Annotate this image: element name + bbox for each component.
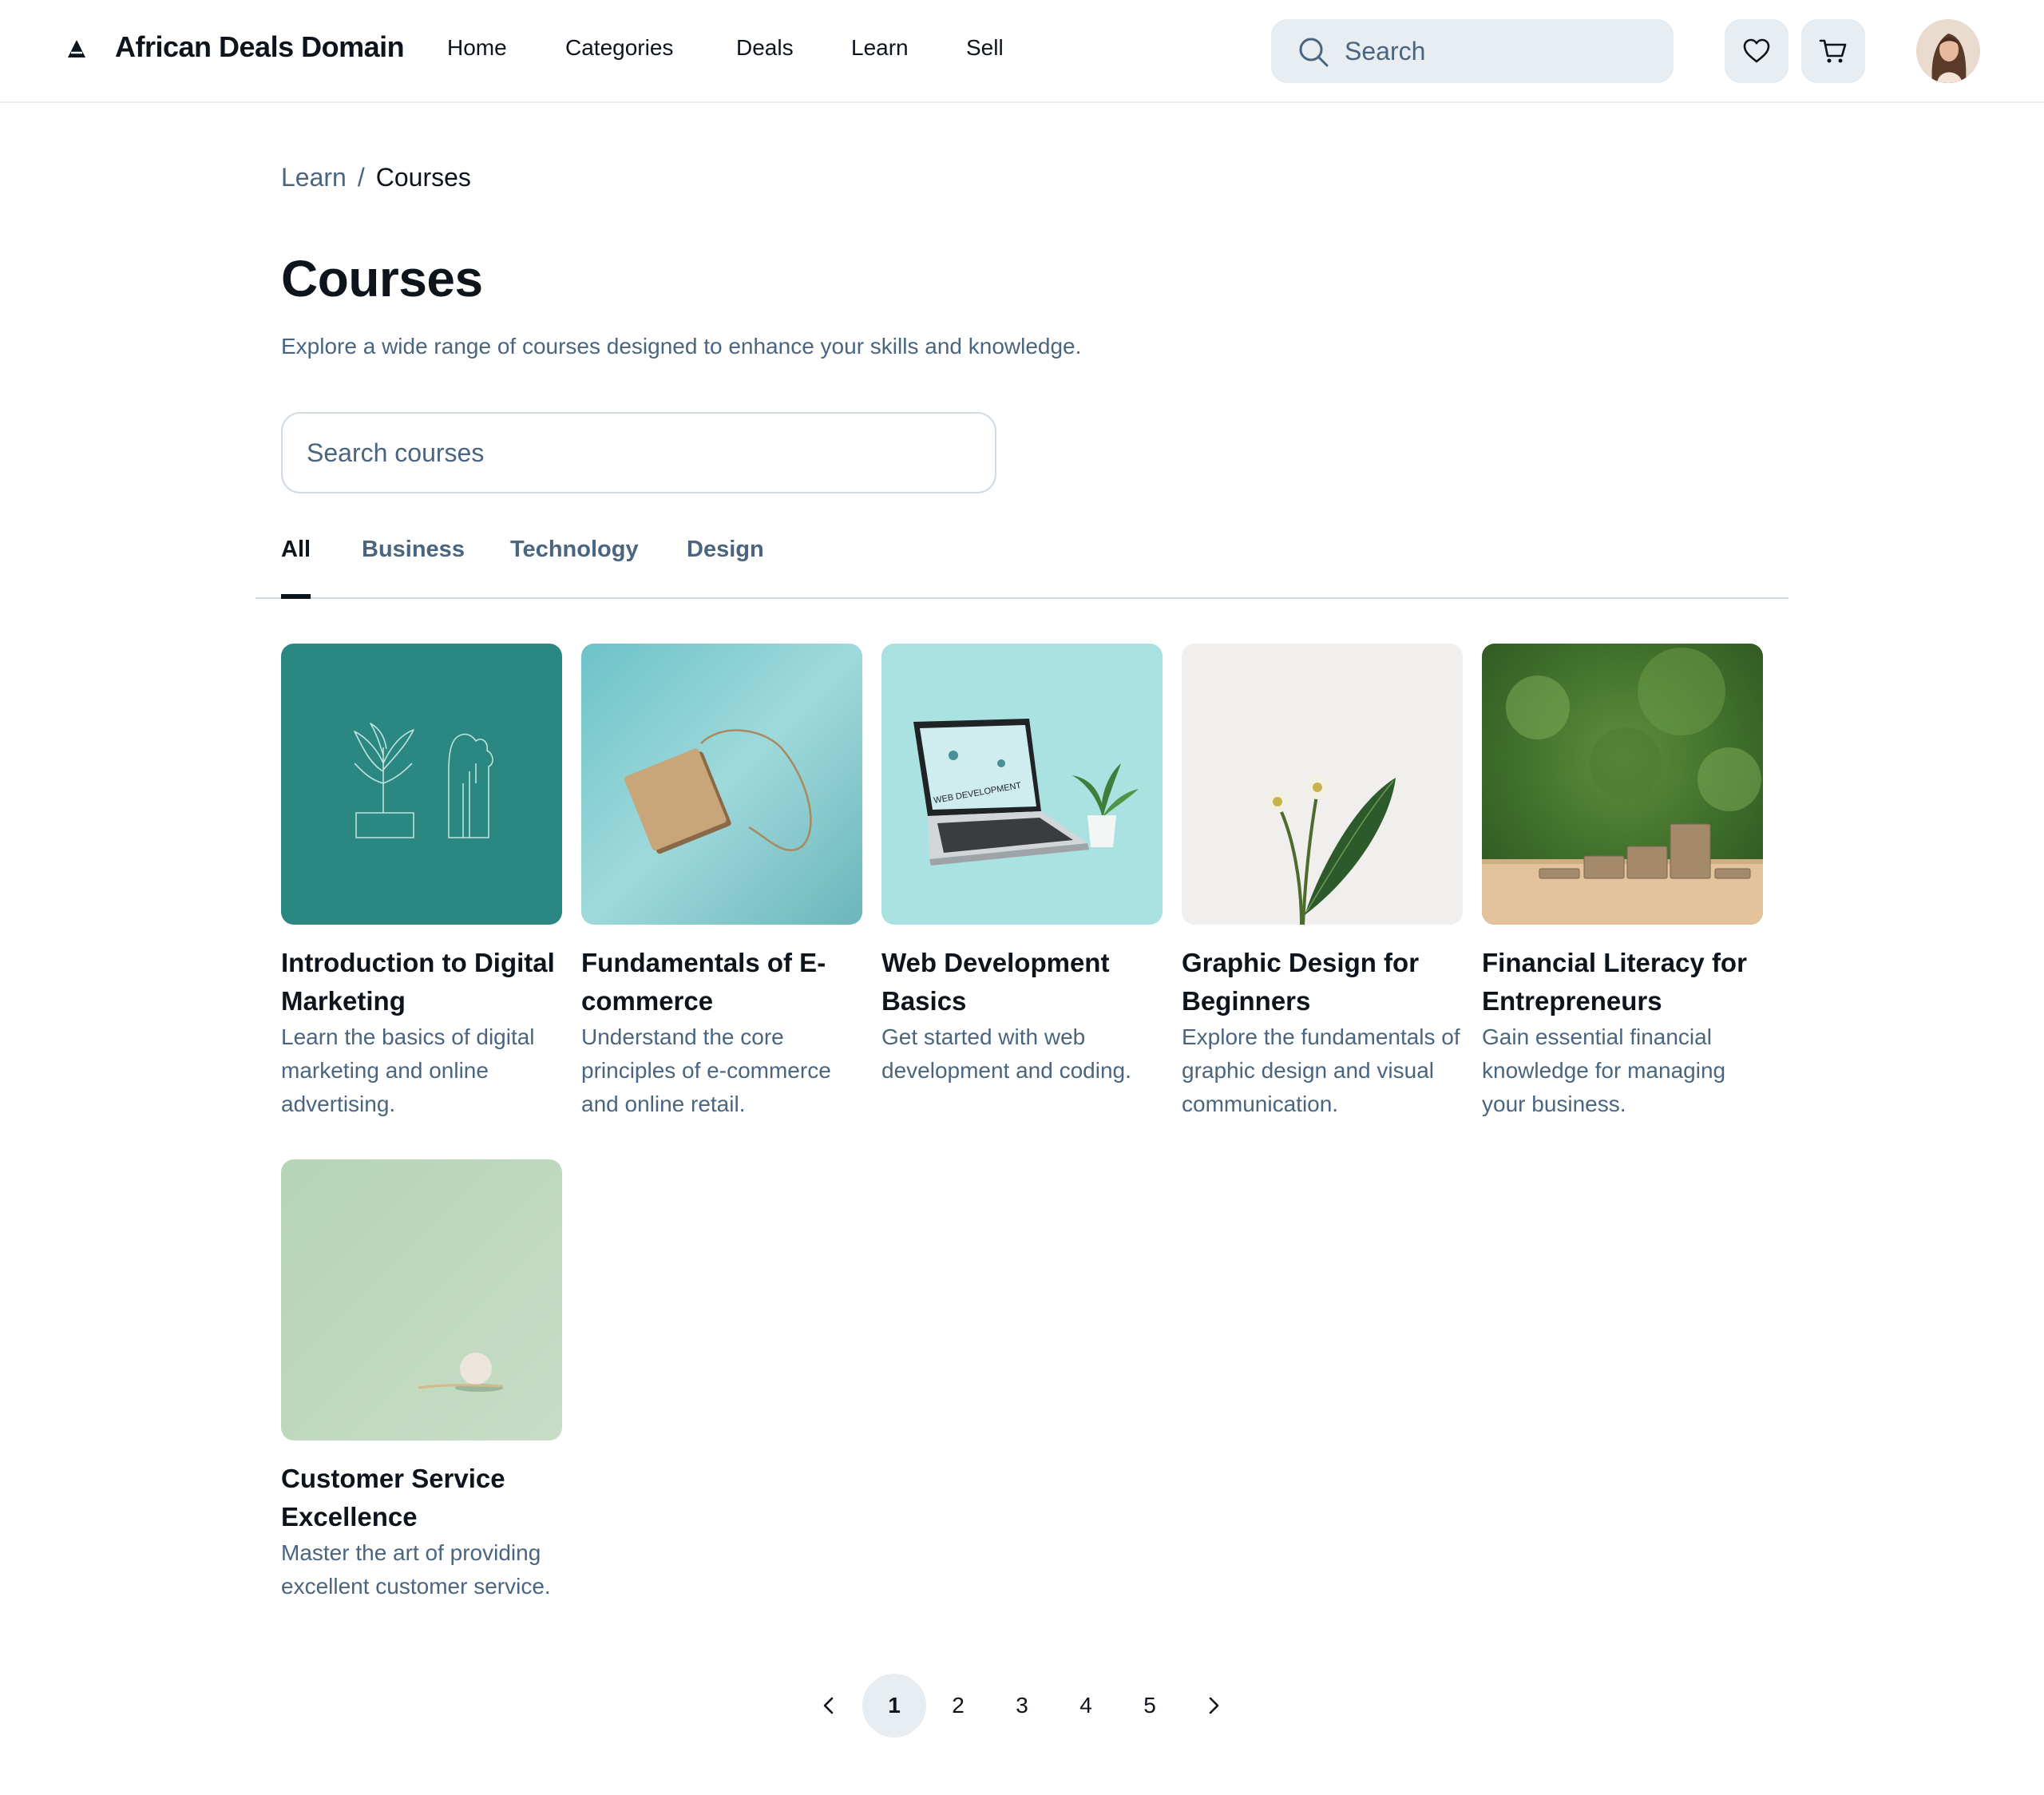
nav-learn[interactable]: Learn <box>851 35 909 61</box>
course-card-customer-service[interactable]: Customer Service Excellence Master the a… <box>281 1159 562 1603</box>
page-5-button[interactable]: 5 <box>1118 1674 1182 1738</box>
course-title[interactable]: Customer Service Excellence <box>281 1460 562 1536</box>
course-image[interactable]: WEB DEVELOPMENT <box>881 644 1163 925</box>
course-card-financial-literacy[interactable]: Financial Literacy for Entrepreneurs Gai… <box>1482 644 1763 1121</box>
course-search-input[interactable] <box>283 414 995 492</box>
category-tabs: All Business Technology Design <box>256 527 1788 599</box>
breadcrumb-learn-link[interactable]: Learn <box>281 163 347 192</box>
tab-technology[interactable]: Technology <box>510 537 639 597</box>
breadcrumb: Learn / Courses <box>281 163 471 192</box>
course-image[interactable] <box>1482 644 1763 925</box>
page-3-button[interactable]: 3 <box>990 1674 1054 1738</box>
page-4-button[interactable]: 4 <box>1054 1674 1118 1738</box>
course-title[interactable]: Web Development Basics <box>881 944 1163 1020</box>
page-2-button[interactable]: 2 <box>926 1674 990 1738</box>
course-card-ecommerce[interactable]: Fundamentals of E-commerce Understand th… <box>581 644 862 1121</box>
favorites-button[interactable] <box>1725 19 1788 83</box>
course-search-box[interactable] <box>281 412 996 493</box>
breadcrumb-separator: / <box>357 163 365 192</box>
logo-icon[interactable] <box>64 38 89 63</box>
course-title[interactable]: Financial Literacy for Entrepreneurs <box>1482 944 1763 1020</box>
course-description: Gain essential financial knowledge for m… <box>1482 1024 1726 1116</box>
nav-sell[interactable]: Sell <box>966 35 1004 61</box>
top-navigation-bar: African Deals Domain Home Categories Dea… <box>0 0 2044 103</box>
user-avatar[interactable] <box>1916 19 1980 83</box>
page-title: Courses <box>281 250 483 307</box>
pagination: 1 2 3 4 5 <box>0 1674 2044 1738</box>
course-description: Understand the core principles of e-comm… <box>581 1024 831 1116</box>
brand-name[interactable]: African Deals Domain <box>115 30 405 64</box>
course-card-digital-marketing[interactable]: Introduction to Digital Marketing Learn … <box>281 644 562 1121</box>
breadcrumb-current: Courses <box>375 163 471 192</box>
page-1-button[interactable]: 1 <box>862 1674 926 1738</box>
tab-business[interactable]: Business <box>362 537 465 597</box>
shopping-cart-icon <box>1819 39 1847 63</box>
nav-home[interactable]: Home <box>447 35 507 61</box>
course-image[interactable] <box>281 1159 562 1440</box>
course-image[interactable] <box>281 644 562 925</box>
course-title[interactable]: Introduction to Digital Marketing <box>281 944 562 1020</box>
course-description: Master the art of providing excellent cu… <box>281 1540 551 1599</box>
search-icon <box>1299 38 1329 67</box>
page-subtitle: Explore a wide range of courses designed… <box>281 334 1082 359</box>
course-description: Explore the fundamentals of graphic desi… <box>1182 1024 1460 1116</box>
course-description: Get started with web development and cod… <box>881 1024 1131 1083</box>
nav-deals[interactable]: Deals <box>736 35 794 61</box>
course-description: Learn the basics of digital marketing an… <box>281 1024 535 1116</box>
course-title[interactable]: Fundamentals of E-commerce <box>581 944 862 1020</box>
course-image[interactable] <box>581 644 862 925</box>
heart-icon <box>1743 38 1770 63</box>
tab-design[interactable]: Design <box>687 537 764 597</box>
course-image[interactable] <box>1182 644 1463 925</box>
course-card-graphic-design[interactable]: Graphic Design for Beginners Explore the… <box>1182 644 1463 1121</box>
course-card-web-development[interactable]: WEB DEVELOPMENT Web Development Basics G… <box>881 644 1163 1088</box>
chevron-right-icon <box>1209 1697 1219 1714</box>
cart-button[interactable] <box>1801 19 1865 83</box>
tab-all[interactable]: All <box>281 537 311 599</box>
previous-page-button[interactable] <box>797 1674 861 1738</box>
header-search-box[interactable] <box>1271 19 1674 83</box>
header-search-input[interactable] <box>1345 19 1656 83</box>
next-page-button[interactable] <box>1182 1674 1246 1738</box>
course-title[interactable]: Graphic Design for Beginners <box>1182 944 1463 1020</box>
nav-categories[interactable]: Categories <box>565 35 673 61</box>
chevron-left-icon <box>823 1697 834 1714</box>
